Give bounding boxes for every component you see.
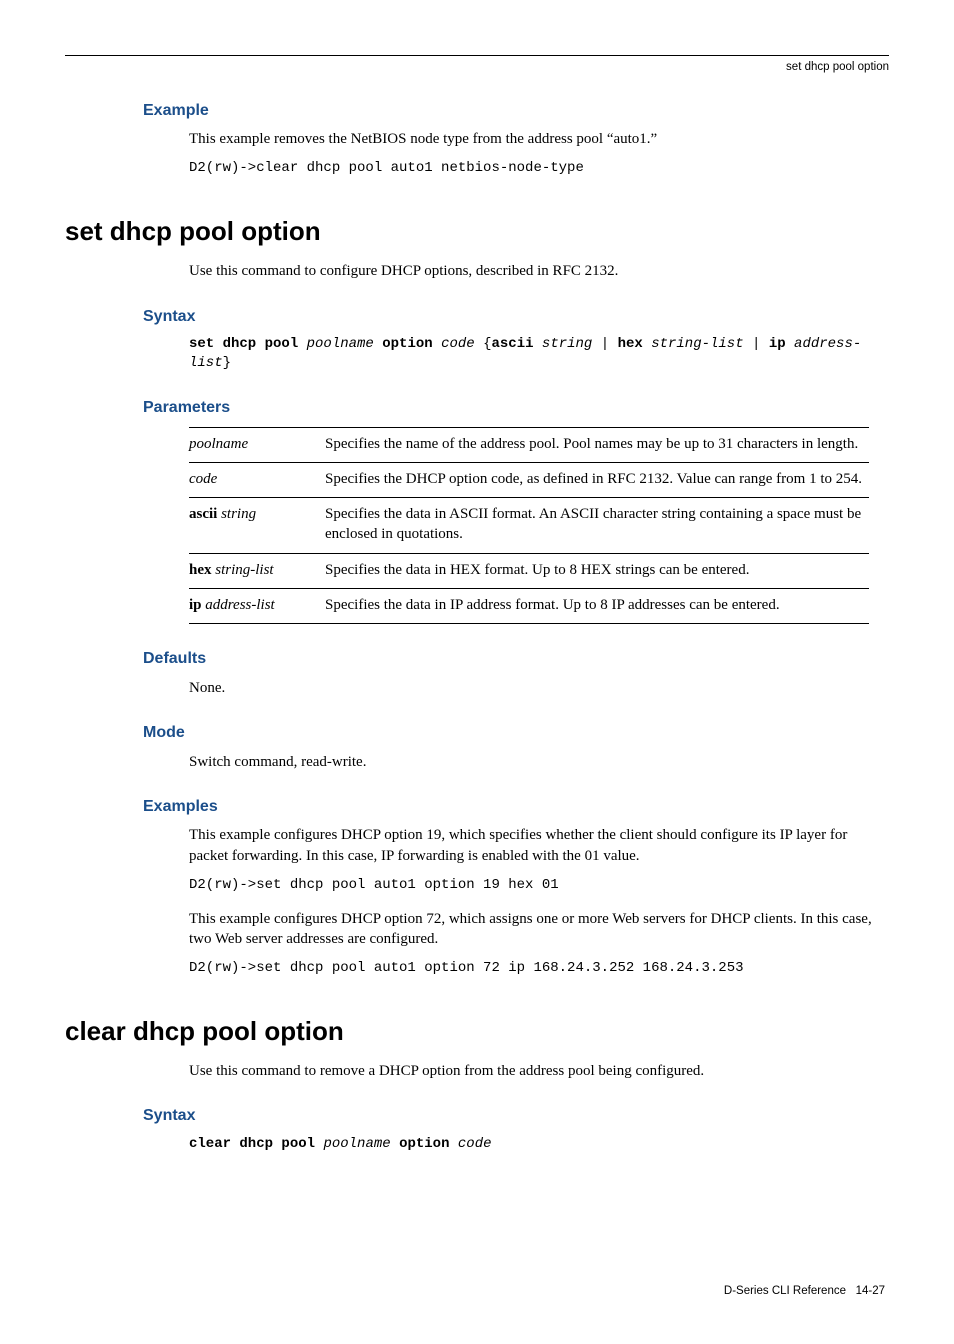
page-footer: D-Series CLI Reference 14-27: [65, 1284, 889, 1300]
paragraph-defaults: None.: [65, 678, 889, 698]
paragraph-example-intro: This example removes the NetBIOS node ty…: [65, 129, 889, 149]
heading-syntax-clear: Syntax: [65, 1105, 889, 1127]
syntax-kw: set dhcp pool: [189, 336, 298, 352]
syntax-arg: code: [458, 1136, 492, 1152]
running-header: set dhcp pool option: [65, 60, 889, 76]
syntax-kw: option: [399, 1136, 449, 1152]
code-example-1: D2(rw)->clear dhcp pool auto1 netbios-no…: [65, 159, 889, 178]
syntax-kw: clear dhcp pool: [189, 1136, 315, 1152]
table-row: poolname Specifies the name of the addre…: [189, 427, 869, 462]
syntax-arg: code: [441, 336, 475, 352]
param-desc: Specifies the DHCP option code, as defin…: [325, 462, 869, 497]
param-name: string: [221, 506, 256, 522]
code-example-19: D2(rw)->set dhcp pool auto1 option 19 he…: [65, 876, 889, 895]
syntax-set: set dhcp pool poolname option code {asci…: [65, 335, 889, 373]
paragraph-example-72: This example configures DHCP option 72, …: [65, 909, 889, 950]
code-example-72: D2(rw)->set dhcp pool auto1 option 72 ip…: [65, 959, 889, 978]
heading-examples: Examples: [65, 796, 889, 818]
syntax-kw: ascii: [492, 336, 534, 352]
param-kw: ascii: [189, 506, 217, 522]
syntax-clear: clear dhcp pool poolname option code: [65, 1135, 889, 1154]
parameters-table: poolname Specifies the name of the addre…: [189, 427, 869, 625]
heading-example: Example: [65, 100, 889, 122]
paragraph-example-19: This example configures DHCP option 19, …: [65, 825, 889, 866]
section-title-clear: clear dhcp pool option: [65, 1014, 889, 1049]
top-rule: [65, 55, 889, 56]
heading-syntax-set: Syntax: [65, 306, 889, 328]
syntax-arg: string-list: [651, 336, 743, 352]
param-desc: Specifies the data in ASCII format. An A…: [325, 498, 869, 554]
param-desc: Specifies the data in HEX format. Up to …: [325, 553, 869, 588]
table-row: ip address-list Specifies the data in IP…: [189, 588, 869, 623]
table-row: hex string-list Specifies the data in HE…: [189, 553, 869, 588]
param-kw: hex: [189, 562, 212, 578]
heading-parameters: Parameters: [65, 397, 889, 419]
table-row: code Specifies the DHCP option code, as …: [189, 462, 869, 497]
param-name: code: [189, 471, 217, 487]
syntax-kw: ip: [769, 336, 786, 352]
syntax-kw: hex: [618, 336, 643, 352]
param-desc: Specifies the data in IP address format.…: [325, 588, 869, 623]
param-name: poolname: [189, 436, 248, 452]
param-desc: Specifies the name of the address pool. …: [325, 427, 869, 462]
paragraph-clear-intro: Use this command to remove a DHCP option…: [65, 1061, 889, 1081]
paragraph-set-intro: Use this command to configure DHCP optio…: [65, 261, 889, 281]
footer-book: D-Series CLI Reference: [724, 1285, 846, 1297]
heading-mode: Mode: [65, 722, 889, 744]
param-name: string-list: [215, 562, 273, 578]
heading-defaults: Defaults: [65, 648, 889, 670]
param-kw: ip: [189, 597, 202, 613]
syntax-arg: string: [542, 336, 592, 352]
syntax-arg: poolname: [307, 336, 374, 352]
param-name: address-list: [205, 597, 274, 613]
footer-page: 14-27: [856, 1285, 885, 1297]
table-row: ascii string Specifies the data in ASCII…: [189, 498, 869, 554]
section-title-set: set dhcp pool option: [65, 214, 889, 249]
syntax-arg: poolname: [323, 1136, 390, 1152]
syntax-kw: option: [382, 336, 432, 352]
paragraph-mode: Switch command, read-write.: [65, 752, 889, 772]
